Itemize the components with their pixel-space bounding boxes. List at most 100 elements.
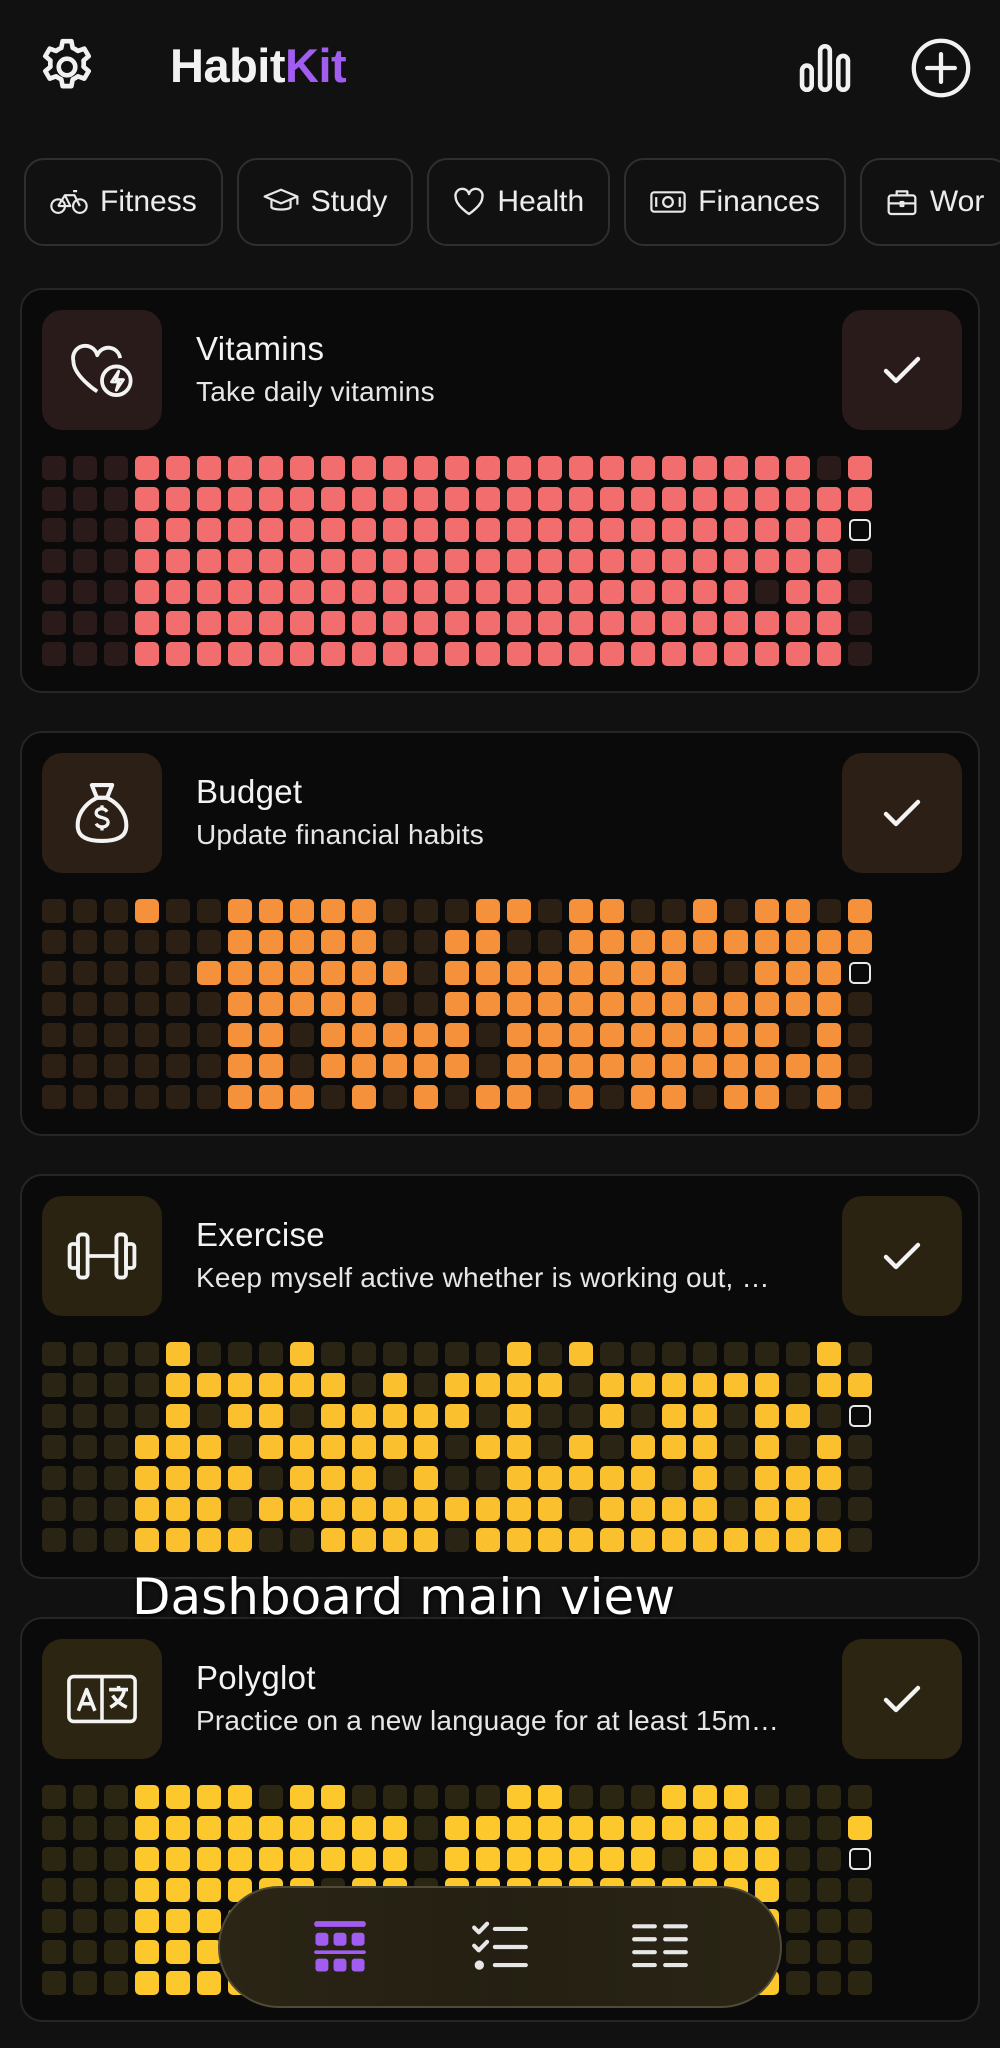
heatmap-cell-done bbox=[414, 1528, 438, 1552]
heatmap-cell-empty bbox=[259, 1528, 283, 1552]
heatmap-cell-empty bbox=[414, 1816, 438, 1840]
heatmap-cell-done bbox=[414, 549, 438, 573]
heatmap-cell-empty bbox=[104, 1497, 128, 1521]
heatmap-cell-done bbox=[631, 1085, 655, 1109]
heatmap-cell-done bbox=[507, 1054, 531, 1078]
heatmap-cell-done bbox=[724, 1023, 748, 1047]
heatmap-cell-done bbox=[259, 1435, 283, 1459]
heatmap-cell-done bbox=[476, 1816, 500, 1840]
heatmap-cell-done bbox=[445, 1404, 469, 1428]
heatmap-cell-done bbox=[724, 1085, 748, 1109]
heatmap-cell-done bbox=[166, 1847, 190, 1871]
category-chip-fitness[interactable]: Fitness bbox=[24, 158, 223, 246]
heatmap-cell-done bbox=[631, 1847, 655, 1871]
heatmap-cell-empty bbox=[104, 1342, 128, 1366]
heatmap-cell-done bbox=[414, 1023, 438, 1047]
heatmap-cell-empty bbox=[383, 899, 407, 923]
heatmap-cell-done bbox=[817, 1528, 841, 1552]
heatmap-cell-empty bbox=[414, 1342, 438, 1366]
heatmap-cell-empty bbox=[476, 1054, 500, 1078]
heatmap-cell-done bbox=[290, 1435, 314, 1459]
heatmap-cell-done bbox=[476, 1528, 500, 1552]
heatmap-cell-done bbox=[662, 549, 686, 573]
habit-description: Update financial habits bbox=[196, 819, 484, 850]
heatmap-cell-done bbox=[693, 1373, 717, 1397]
heatmap-cell-done bbox=[414, 1466, 438, 1490]
heatmap-cell-done bbox=[476, 487, 500, 511]
category-chip-finances[interactable]: Finances bbox=[624, 158, 846, 246]
heatmap-cell-done bbox=[166, 642, 190, 666]
heatmap-cell-done bbox=[166, 611, 190, 635]
habit-complete-button[interactable] bbox=[842, 310, 962, 430]
heatmap-cell-empty bbox=[104, 1466, 128, 1490]
heatmap-cell-done bbox=[383, 580, 407, 604]
nav-list-view[interactable] bbox=[615, 1902, 705, 1992]
heatmap-cell-done bbox=[414, 1497, 438, 1521]
category-chip-health[interactable]: Health bbox=[427, 158, 611, 246]
heatmap-cell-done bbox=[724, 1785, 748, 1809]
heatmap-cell-done bbox=[197, 1497, 221, 1521]
heatmap-cell-empty bbox=[42, 1435, 66, 1459]
heatmap-cell-done bbox=[290, 487, 314, 511]
heatmap-cell-empty bbox=[786, 1373, 810, 1397]
heatmap-cell-today[interactable] bbox=[849, 519, 871, 541]
heatmap-cell-done bbox=[352, 642, 376, 666]
heatmap-cell-empty bbox=[42, 992, 66, 1016]
heatmap-cell-today[interactable] bbox=[849, 962, 871, 984]
settings-button[interactable] bbox=[30, 30, 104, 104]
heatmap-cell-empty bbox=[817, 1940, 841, 1964]
heatmap-cell-done bbox=[259, 1404, 283, 1428]
category-chip-label: Finances bbox=[698, 185, 820, 218]
heatmap-cell-today[interactable] bbox=[849, 1405, 871, 1427]
heatmap-cell-empty bbox=[166, 1023, 190, 1047]
heatmap-cell-done bbox=[321, 518, 345, 542]
add-habit-button[interactable] bbox=[906, 33, 976, 103]
habit-card-vitamins[interactable]: Vitamins Take daily vitamins bbox=[20, 288, 980, 693]
nav-grid-view[interactable] bbox=[295, 1902, 385, 1992]
heatmap-cell-done bbox=[476, 580, 500, 604]
heatmap-cell-empty bbox=[848, 1909, 872, 1933]
heatmap-cell-done bbox=[755, 1373, 779, 1397]
heatmap-cell-done bbox=[321, 930, 345, 954]
heatmap-cell-today[interactable] bbox=[849, 1848, 871, 1870]
nav-checklist-view[interactable] bbox=[455, 1902, 545, 1992]
heatmap-cell-done bbox=[507, 456, 531, 480]
heatmap-cell-done bbox=[662, 1816, 686, 1840]
heatmap-cell-done bbox=[290, 1342, 314, 1366]
heatmap-cell-done bbox=[259, 1054, 283, 1078]
category-chip-work[interactable]: Wor bbox=[859, 158, 1000, 246]
category-chip-study[interactable]: Study bbox=[236, 158, 414, 246]
heatmap-cell-done bbox=[600, 1466, 624, 1490]
heatmap-cell-done bbox=[352, 549, 376, 573]
heatmap-cell-done bbox=[693, 1785, 717, 1809]
heatmap-cell-empty bbox=[290, 1054, 314, 1078]
heatmap-cell-done bbox=[755, 642, 779, 666]
heatmap-cell-empty bbox=[42, 518, 66, 542]
heatmap-cell-done bbox=[445, 1847, 469, 1871]
heatmap-cell-done bbox=[321, 1054, 345, 1078]
heatmap-cell-done bbox=[786, 487, 810, 511]
habit-complete-button[interactable] bbox=[842, 1196, 962, 1316]
heatmap-cell-done bbox=[662, 1785, 686, 1809]
heatmap-cell-done bbox=[321, 456, 345, 480]
heatmap-cell-done bbox=[166, 1404, 190, 1428]
habit-complete-button[interactable] bbox=[842, 1639, 962, 1759]
habit-card-exercise[interactable]: Exercise Keep myself active whether is w… bbox=[20, 1174, 980, 1579]
heatmap-cell-empty bbox=[104, 580, 128, 604]
heatmap-cell-empty bbox=[259, 1785, 283, 1809]
heatmap-cell-done bbox=[259, 518, 283, 542]
heatmap-cell-done bbox=[817, 487, 841, 511]
statistics-button[interactable] bbox=[790, 33, 860, 103]
heatmap-cell-done bbox=[290, 1373, 314, 1397]
heatmap-cell-done bbox=[135, 549, 159, 573]
habit-complete-button[interactable] bbox=[842, 753, 962, 873]
heatmap-cell-done bbox=[569, 930, 593, 954]
heatmap-cell-done bbox=[631, 1466, 655, 1490]
heatmap-cell-empty bbox=[631, 899, 655, 923]
heatmap-cell-done bbox=[135, 611, 159, 635]
heatmap-cell-done bbox=[600, 1404, 624, 1428]
heatmap-cell-done bbox=[507, 611, 531, 635]
heatmap-cell-done bbox=[259, 992, 283, 1016]
heatmap-cell-empty bbox=[73, 1847, 97, 1871]
habit-card-budget[interactable]: Budget Update financial habits bbox=[20, 731, 980, 1136]
